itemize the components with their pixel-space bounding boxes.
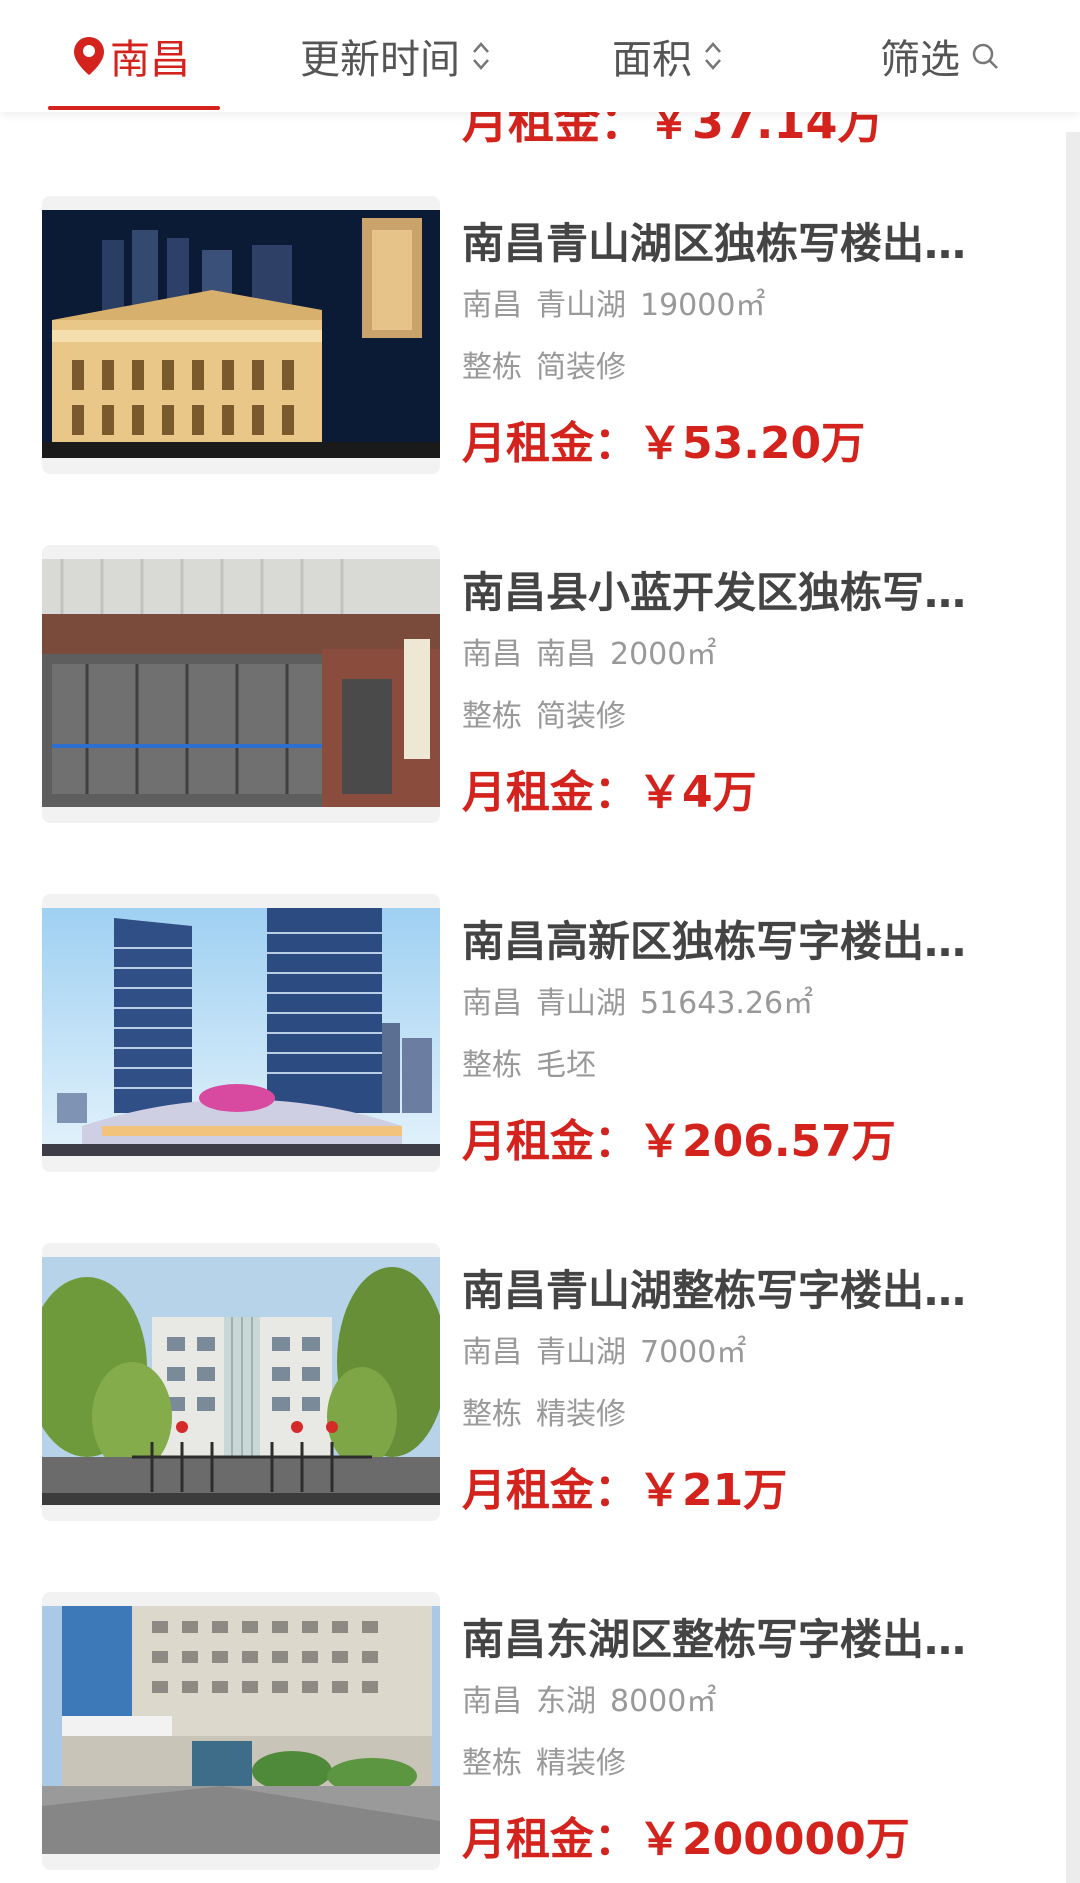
listing-tags: 整栋 毛坯 — [462, 1042, 1042, 1090]
price-label: 月租金： — [462, 1465, 638, 1516]
listing-info: 南昌青山湖区独栋写楼出… 南昌 青山湖 19000㎡ 整栋 简装修 月租金：￥53.2… — [462, 214, 1042, 474]
price-label: 月租金： — [462, 418, 638, 469]
listing-type: 整栋 — [462, 1397, 522, 1432]
listing-thumbnail-frame — [42, 1243, 440, 1521]
listing-tags: 整栋 精装修 — [462, 1391, 1042, 1439]
listing-title[interactable]: 南昌县小蓝开发区独栋写… — [462, 563, 1042, 623]
price-value: ￥4万 — [638, 767, 757, 818]
listing-location: 南昌 青山湖 51643.26㎡ — [462, 980, 1042, 1028]
search-icon — [972, 43, 998, 69]
listing-location: 南昌 东湖 8000㎡ — [462, 1678, 1042, 1726]
price-value: ￥53.20万 — [638, 418, 866, 469]
listing-decoration: 简装修 — [536, 699, 626, 734]
listing-area: 2000㎡ — [610, 637, 717, 672]
sort-area-label: 面积 — [612, 37, 692, 83]
listing-page: 月租金：￥37.14万 南昌 更新时间 面积 筛选 南昌青山湖区独栋写楼出… 南… — [0, 0, 1080, 1883]
sort-by-area[interactable]: 面积 — [612, 28, 724, 84]
listing-thumbnail-frame — [42, 545, 440, 823]
listing-item[interactable]: 南昌高新区独栋写字楼出… 南昌 青山湖 51643.26㎡ 整栋 毛坯 月租金：￥20… — [42, 894, 1042, 1194]
listing-photo — [42, 559, 440, 807]
listing-district: 南昌 — [536, 637, 596, 672]
listing-photo — [42, 210, 440, 458]
listing-title[interactable]: 南昌青山湖区独栋写楼出… — [462, 214, 1042, 274]
listing-title[interactable]: 南昌东湖区整栋写字楼出… — [462, 1610, 1042, 1670]
listing-price: 月租金：￥200000万 — [462, 1810, 1042, 1870]
listing-decoration: 简装修 — [536, 350, 626, 385]
filter-bar: 南昌 更新时间 面积 筛选 — [0, 0, 1080, 112]
listing-title[interactable]: 南昌高新区独栋写字楼出… — [462, 912, 1042, 972]
listing-photo — [42, 1606, 440, 1854]
price-value: ￥21万 — [638, 1465, 788, 1516]
listing-tags: 整栋 简装修 — [462, 693, 1042, 741]
listing-price: 月租金：￥4万 — [462, 763, 1042, 823]
filter-label: 筛选 — [880, 37, 960, 83]
listing-decoration: 毛坯 — [536, 1048, 596, 1083]
listing-area: 7000㎡ — [640, 1335, 747, 1370]
sort-by-update-time[interactable]: 更新时间 — [300, 28, 492, 84]
listing-district: 青山湖 — [536, 1335, 626, 1370]
listing-area: 51643.26㎡ — [640, 986, 814, 1021]
listing-area: 19000㎡ — [640, 288, 766, 323]
price-label: 月租金： — [462, 767, 638, 818]
listing-photo — [42, 1257, 440, 1505]
listing-item[interactable]: 南昌县小蓝开发区独栋写… 南昌 南昌 2000㎡ 整栋 简装修 月租金：￥4万 — [42, 545, 1042, 845]
location-pin-icon — [74, 37, 104, 75]
listing-tags: 整栋 简装修 — [462, 344, 1042, 392]
listing-location: 南昌 青山湖 7000㎡ — [462, 1329, 1042, 1377]
listing-city: 南昌 — [462, 637, 522, 672]
listing-item[interactable]: 南昌青山湖整栋写字楼出… 南昌 青山湖 7000㎡ 整栋 精装修 月租金：￥21万 — [42, 1243, 1042, 1543]
listing-location: 南昌 青山湖 19000㎡ — [462, 282, 1042, 330]
listing-type: 整栋 — [462, 1746, 522, 1781]
listing-city: 南昌 — [462, 288, 522, 323]
sort-time-label: 更新时间 — [300, 37, 460, 83]
listing-area: 8000㎡ — [610, 1684, 717, 1719]
active-tab-indicator — [48, 106, 220, 110]
listing-info: 南昌高新区独栋写字楼出… 南昌 青山湖 51643.26㎡ 整栋 毛坯 月租金：￥20… — [462, 912, 1042, 1172]
listing-thumbnail-frame — [42, 196, 440, 474]
price-value: ￥206.57万 — [638, 1116, 896, 1167]
listing-thumbnail-frame — [42, 894, 440, 1172]
listing-decoration: 精装修 — [536, 1746, 626, 1781]
listing-type: 整栋 — [462, 1048, 522, 1083]
listing-price: 月租金：￥206.57万 — [462, 1112, 1042, 1172]
listing-type: 整栋 — [462, 350, 522, 385]
listing-district: 青山湖 — [536, 288, 626, 323]
listing-info: 南昌东湖区整栋写字楼出… 南昌 东湖 8000㎡ 整栋 精装修 月租金：￥200000… — [462, 1610, 1042, 1870]
city-label: 南昌 — [110, 37, 190, 83]
listing-district: 东湖 — [536, 1684, 596, 1719]
listing-title[interactable]: 南昌青山湖整栋写字楼出… — [462, 1261, 1042, 1321]
price-label: 月租金： — [462, 1814, 638, 1865]
price-label: 月租金： — [462, 1116, 638, 1167]
price-value: ￥200000万 — [638, 1814, 910, 1865]
listing-thumbnail-frame — [42, 1592, 440, 1870]
listing-location: 南昌 南昌 2000㎡ — [462, 631, 1042, 679]
listing-price: 月租金：￥21万 — [462, 1461, 1042, 1521]
sort-updown-icon — [473, 42, 489, 70]
listing-type: 整栋 — [462, 699, 522, 734]
listing-decoration: 精装修 — [536, 1397, 626, 1432]
listing-photo — [42, 908, 440, 1156]
listing-tags: 整栋 精装修 — [462, 1740, 1042, 1788]
sort-updown-icon — [705, 42, 721, 70]
listing-district: 青山湖 — [536, 986, 626, 1021]
city-selector[interactable]: 南昌 — [72, 28, 190, 84]
listing-city: 南昌 — [462, 986, 522, 1021]
listing-info: 南昌县小蓝开发区独栋写… 南昌 南昌 2000㎡ 整栋 简装修 月租金：￥4万 — [462, 563, 1042, 823]
filter-button[interactable]: 筛选 — [880, 28, 1000, 84]
listing-info: 南昌青山湖整栋写字楼出… 南昌 青山湖 7000㎡ 整栋 精装修 月租金：￥21万 — [462, 1261, 1042, 1521]
listing-item[interactable]: 南昌青山湖区独栋写楼出… 南昌 青山湖 19000㎡ 整栋 简装修 月租金：￥53.2… — [42, 196, 1042, 496]
scrollbar[interactable] — [1066, 132, 1080, 1883]
listing-city: 南昌 — [462, 1684, 522, 1719]
listing-city: 南昌 — [462, 1335, 522, 1370]
listing-item[interactable]: 南昌东湖区整栋写字楼出… 南昌 东湖 8000㎡ 整栋 精装修 月租金：￥200000… — [42, 1592, 1042, 1883]
listing-price: 月租金：￥53.20万 — [462, 414, 1042, 474]
